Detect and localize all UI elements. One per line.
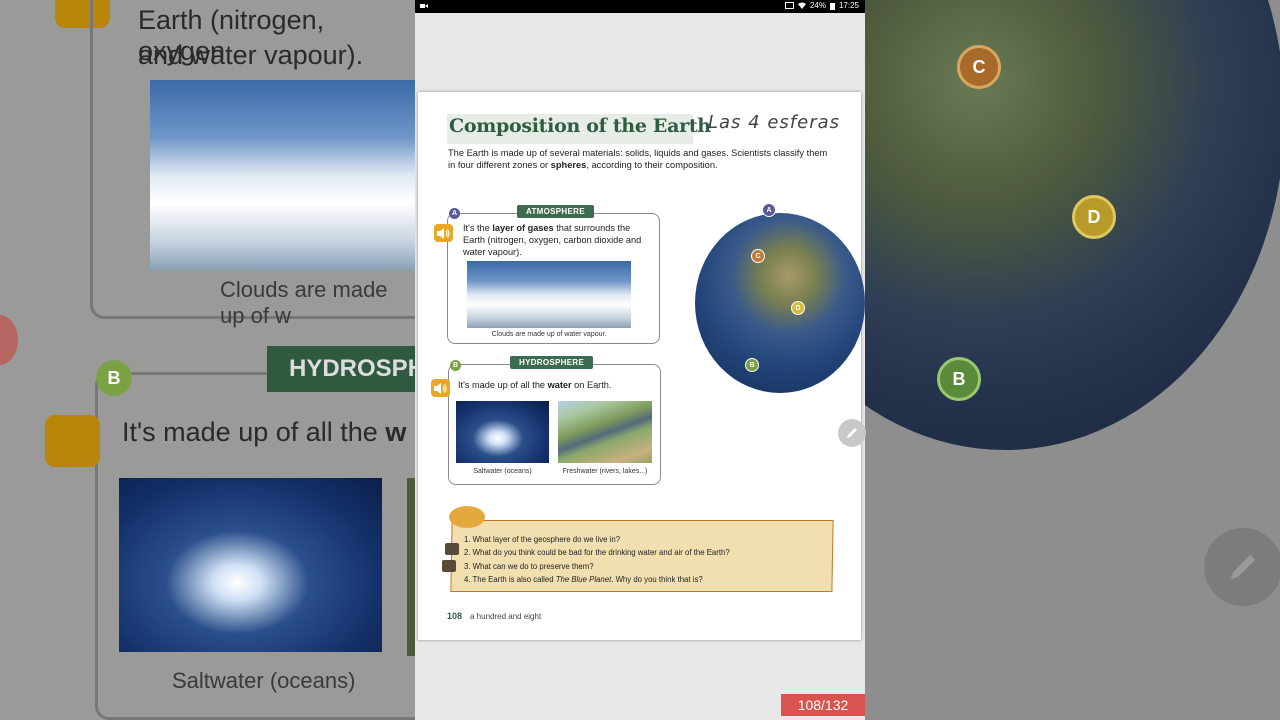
clouds-photo [467, 261, 631, 328]
globe-letter-b: B [745, 358, 759, 372]
page-number: 108 [447, 611, 463, 621]
hydrosphere-letter: B [450, 360, 461, 371]
pair-work-icon [445, 543, 459, 555]
atmosphere-text-bold: layer of gases [492, 223, 554, 233]
bg-letter-b: B [937, 357, 981, 401]
background-left-zoom: Earth (nitrogen, oxygen and water vapour… [0, 0, 474, 720]
background-right-zoom: C D B [865, 0, 1280, 720]
clouds-caption: Clouds are made up of water vapour. [491, 331, 607, 338]
freshwater-caption: Freshwater (rivers, lakes...) [562, 468, 648, 475]
battery-icon [829, 2, 835, 10]
atmosphere-text-pre: It's the [463, 223, 493, 233]
atmosphere-text: It's the layer of gases that surrounds t… [463, 222, 648, 258]
globe-letter-d: D [791, 301, 805, 315]
speaker-icon [434, 382, 447, 394]
page-counter: 108/132 [781, 694, 865, 716]
bg-ocean-photo [119, 478, 382, 652]
questions-list: 1. What layer of the geosphere do we liv… [464, 533, 730, 587]
page-number-text: a hundred and eight [470, 612, 542, 621]
cast-icon [784, 2, 794, 9]
question-4-pre: 4. The Earth is also called [464, 575, 556, 585]
pair-work-icon [442, 560, 456, 572]
bg-letter-d: D [1072, 195, 1116, 239]
bg-clouds-photo [150, 80, 420, 270]
bg-sentence: It's made up of all the w [122, 417, 406, 448]
globe-letter-a: A [762, 203, 776, 217]
atmosphere-label: ATMOSPHERE [517, 205, 594, 218]
intro-paragraph: The Earth is made up of several material… [448, 147, 828, 171]
bg-caption-clouds: Clouds are made up of w [220, 277, 388, 328]
bg-red-marker [0, 315, 18, 365]
question-4-italic: The Blue Planet [555, 575, 612, 585]
annotate-button-blurred [1204, 528, 1280, 606]
atmosphere-audio-button[interactable] [434, 224, 453, 242]
handwritten-note: Las 4 esferas [708, 112, 841, 133]
pencil-icon [1230, 554, 1256, 580]
speech-bubble-icon [449, 506, 485, 528]
hydrosphere-text-bold: water [547, 380, 572, 390]
pencil-icon [847, 428, 857, 438]
question-4-post: . Why do you think that is? [611, 575, 703, 585]
status-bar: 24% 17:25 [415, 0, 865, 13]
annotate-button[interactable] [838, 419, 866, 447]
video-icon [420, 4, 428, 8]
hydrosphere-text-post: on Earth. [571, 380, 612, 390]
earth-globe-image [695, 213, 865, 393]
hydrosphere-audio-button[interactable] [431, 379, 450, 397]
hydrosphere-text-pre: It's made up of all the [458, 380, 548, 390]
bg-globe [865, 0, 1280, 450]
bg-caption-saltwater: Saltwater (oceans) [172, 668, 356, 693]
question-3: 3. What can we do to preserve them? [464, 561, 594, 571]
bg-river-photo-edge [407, 478, 415, 656]
speaker-icon [437, 227, 450, 239]
status-right: 24% 17:25 [784, 1, 859, 10]
hydrosphere-text: It's made up of all the water on Earth. [458, 379, 648, 391]
textbook-page: Composition of the Earth Las 4 esferas T… [418, 92, 865, 640]
clock: 17:25 [838, 1, 859, 10]
page-title: Composition of the Earth [449, 115, 711, 137]
intro-bold: spheres [550, 160, 587, 170]
bg-sentence-start: It's made up of all the [122, 417, 386, 447]
question-4: 4. The Earth is also called The Blue Pla… [464, 573, 730, 586]
saltwater-photo [456, 401, 549, 463]
freshwater-photo [558, 401, 652, 463]
atmosphere-letter: A [449, 208, 460, 219]
globe-letter-c: C [751, 249, 765, 263]
intro-part2: , according to their composition. [586, 160, 718, 170]
battery-level: 24% [809, 1, 826, 10]
question-2: 2. What do you think could be bad for th… [464, 548, 730, 558]
question-1: 1. What layer of the geosphere do we liv… [464, 535, 621, 544]
wifi-icon [797, 2, 806, 9]
bg-sentence-bold: w [385, 417, 407, 447]
hydrosphere-label: HYDROSPHERE [510, 356, 594, 369]
phone-screen: 24% 17:25 Composition of the Earth Las 4… [415, 0, 865, 720]
bg-letter-c: C [957, 45, 1001, 89]
bg-letter-b: B [96, 360, 132, 396]
saltwater-caption: Saltwater (oceans) [473, 468, 532, 475]
speaker-icon [45, 415, 100, 467]
